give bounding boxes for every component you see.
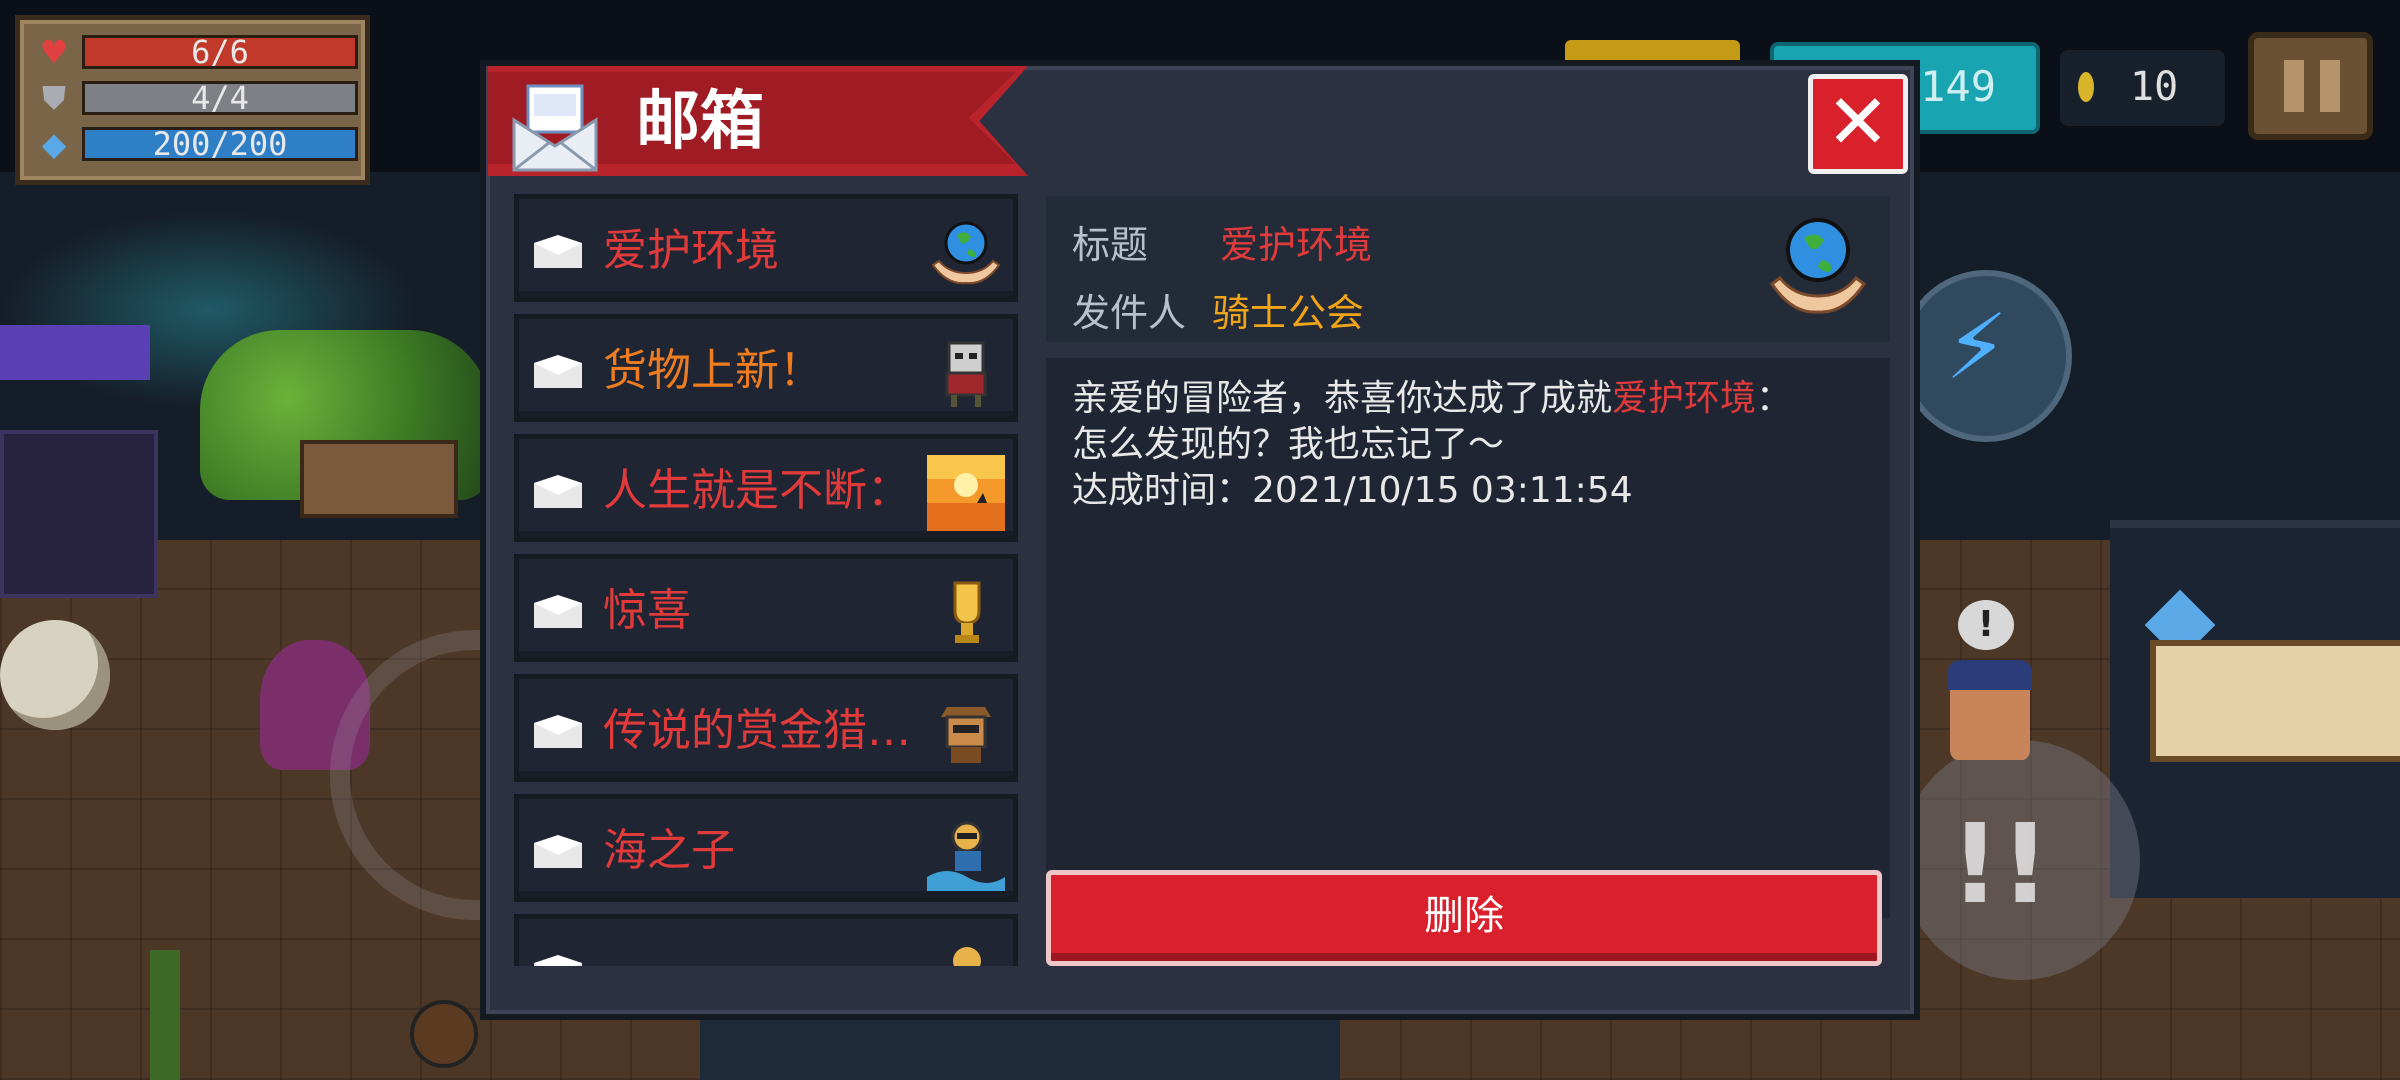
mail-icon [512, 84, 598, 172]
delete-button[interactable]: 删除 [1046, 870, 1882, 966]
envelope-icon [534, 835, 582, 868]
armor-bar: 4/4 [82, 81, 358, 115]
mail-body-line-2: 怎么发现的？我也忘记了～ [1072, 424, 1505, 465]
pause-icon [2284, 60, 2304, 112]
earth-in-hands-icon [1769, 218, 1867, 314]
armor-value: 4/4 [191, 79, 249, 117]
mail-item-label: 货物上新！ [603, 345, 823, 396]
mail-body-suffix: ： [1756, 378, 1793, 419]
mail-body-prefix: 亲爱的冒险者，恭喜你达成了成就 [1072, 378, 1613, 419]
mail-body-achievement: 爱护环境 [1612, 378, 1757, 419]
mail-item-label [603, 941, 908, 966]
sender-label: 发件人 [1072, 291, 1187, 335]
player-stats-panel: ♥ 6/6 ⛊ 4/4 ◆ 200/200 [15, 15, 370, 185]
envelope-icon [534, 595, 582, 628]
sunset-desert-icon [927, 455, 1005, 531]
background-crate [300, 440, 458, 518]
energy-bar: 200/200 [82, 127, 358, 161]
mail-item-label: 传说的赏金猎… [603, 705, 908, 756]
mail-list[interactable]: 爱护环境 货物上新！ 人生就是不断： 惊喜 传说的赏金猎… 海之子 [514, 194, 1018, 966]
weapon-display [2150, 640, 2400, 762]
character-knight [0, 620, 110, 730]
envelope-icon [534, 475, 582, 508]
mail-item[interactable]: 海之子 [514, 794, 1018, 902]
energy-value: 200/200 [152, 125, 288, 163]
close-button[interactable]: ✕ [1808, 74, 1908, 174]
alert-icon: ! [1958, 600, 2014, 650]
background-sign [0, 325, 150, 380]
mail-item-label: 爱护环境 [603, 225, 779, 276]
dialog-title: 邮箱 [636, 85, 764, 159]
mailbox-dialog: 邮箱 ✕ 爱护环境 货物上新！ 人生就是不断： 惊喜 传说的赏金猎… 海之子 标… [480, 60, 1920, 1020]
mail-body-text: 亲爱的冒险者，恭喜你达成了成就爱护环境： 怎么发现的？我也忘记了～ 达成时间：2… [1072, 376, 1872, 514]
mail-item[interactable]: 惊喜 [514, 554, 1018, 662]
heart-icon: ♥ [39, 33, 69, 71]
pause-icon-bar [2320, 60, 2340, 112]
mail-item[interactable]: 爱护环境 [514, 194, 1018, 302]
armor-row: ⛊ 4/4 [34, 78, 364, 118]
gems-value: 149 [1920, 62, 1996, 111]
shield-icon: ⛊ [41, 79, 66, 117]
pause-button[interactable] [2248, 32, 2373, 140]
title-label: 标题 [1072, 223, 1149, 267]
lightning-icon: ⚡ [1945, 295, 2009, 400]
mail-detail-header: 标题 爱护环境 发件人 骑士公会 [1046, 196, 1890, 342]
golden-cup-icon [953, 581, 981, 643]
envelope-icon [534, 715, 582, 748]
envelope-icon [534, 955, 582, 966]
background-plant [150, 950, 180, 1080]
coin-icon [2078, 72, 2094, 102]
coins-counter: 10 [2060, 50, 2225, 126]
mail-body-line-3: 达成时间：2021/10/15 03:11:54 [1072, 470, 1633, 511]
mail-item[interactable]: 货物上新！ [514, 314, 1018, 422]
sea-child-icon [927, 821, 1005, 891]
partial-item-icon [953, 947, 981, 966]
merchant-icon [945, 341, 987, 407]
mail-detail-body: 亲爱的冒险者，恭喜你达成了成就爱护环境： 怎么发现的？我也忘记了～ 达成时间：2… [1046, 358, 1890, 918]
npc-cap [1948, 660, 2032, 690]
energy-diamond-icon: ◆ [41, 125, 67, 163]
coins-value: 10 [2130, 64, 2179, 110]
attack-icon: !! [1950, 800, 2051, 928]
mail-body-line-1: 亲爱的冒险者，恭喜你达成了成就爱护环境： [1072, 376, 1872, 422]
mail-item[interactable]: 传说的赏金猎… [514, 674, 1018, 782]
background-machine [0, 430, 158, 598]
mail-item[interactable] [514, 914, 1018, 966]
earth-in-hands-icon [931, 221, 1001, 285]
hp-bar: 6/6 [82, 35, 358, 69]
title-value: 爱护环境 [1220, 223, 1373, 267]
envelope-icon [534, 235, 582, 268]
background-pot [410, 1000, 478, 1068]
mail-item-label: 人生就是不断： [603, 465, 908, 516]
mail-item-label: 海之子 [603, 825, 735, 876]
mail-item[interactable]: 人生就是不断： [514, 434, 1018, 542]
envelope-icon [534, 355, 582, 388]
background-props [700, 1010, 1340, 1080]
bounty-hunter-icon [941, 707, 991, 763]
hp-row: ♥ 6/6 [34, 32, 364, 72]
hp-value: 6/6 [191, 33, 249, 71]
mail-item-label: 惊喜 [603, 585, 691, 636]
energy-row: ◆ 200/200 [34, 124, 364, 164]
sender-value: 骑士公会 [1212, 291, 1365, 335]
